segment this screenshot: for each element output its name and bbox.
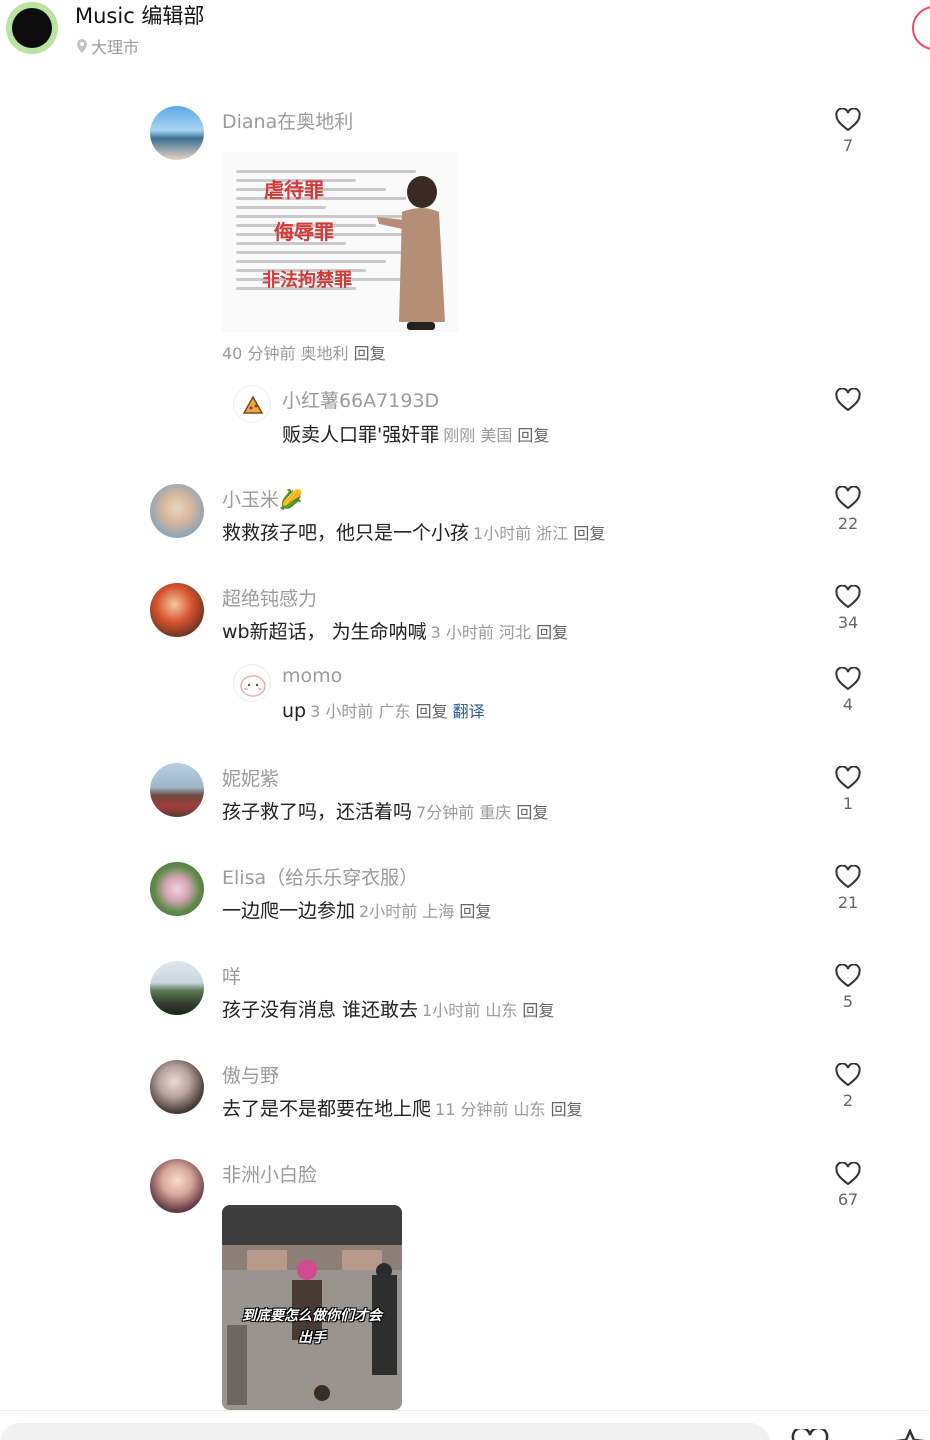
bottom-comment-bar: [0, 1410, 930, 1440]
author-avatar[interactable]: [6, 2, 58, 54]
heart-icon[interactable]: [790, 1429, 830, 1440]
like-count: 21: [837, 893, 859, 912]
heart-icon: [835, 1063, 861, 1087]
location-pin-icon: [77, 39, 87, 53]
comment-text: 去了是不是都要在地上爬 11 分钟前 山东 回复: [222, 1098, 583, 1120]
comment-text: 一边爬一边参加 2小时前 上海 回复: [222, 900, 492, 922]
heart-icon: [835, 964, 861, 988]
commenter-avatar[interactable]: [150, 106, 204, 160]
like-button[interactable]: 1: [830, 766, 866, 813]
reply-button[interactable]: 回复: [536, 623, 568, 642]
like-count: 1: [842, 794, 854, 813]
commenter-avatar[interactable]: [150, 862, 204, 916]
commenter-avatar[interactable]: [150, 1060, 204, 1114]
comment-text: 孩子救了吗，还活着吗 7分钟前 重庆 回复: [222, 801, 549, 823]
like-count: 22: [837, 514, 859, 533]
commenter-avatar[interactable]: [233, 385, 271, 423]
author-name[interactable]: Music 编辑部: [75, 0, 204, 30]
commenter-name[interactable]: 非洲小白脸: [222, 1160, 317, 1187]
comment-text: 救救孩子吧，他只是一个小孩 1小时前 浙江 回复: [222, 522, 606, 544]
like-count: 34: [837, 613, 859, 632]
like-button[interactable]: 22: [830, 486, 866, 533]
reply-button[interactable]: 回复: [354, 344, 386, 363]
comment-text: up 3 小时前 广东 回复 翻译: [282, 700, 485, 722]
note-author-header: Music 编辑部 大理市: [0, 0, 930, 70]
commenter-name[interactable]: 傲与野: [222, 1061, 279, 1088]
heart-icon: [835, 108, 861, 132]
like-button[interactable]: 67: [830, 1162, 866, 1209]
commenter-avatar[interactable]: [150, 583, 204, 637]
commenter-name[interactable]: 小玉米🌽: [222, 485, 303, 512]
like-button[interactable]: [830, 388, 866, 412]
like-button[interactable]: 34: [830, 585, 866, 632]
commenter-avatar[interactable]: [150, 1159, 204, 1213]
location-tag: 大理市: [75, 34, 139, 58]
image-overlay-text: 非法拘禁罪: [262, 270, 352, 291]
like-count: 2: [842, 1091, 854, 1110]
commenter-avatar[interactable]: [150, 961, 204, 1015]
heart-icon: [835, 486, 861, 510]
like-count: 7: [842, 136, 854, 155]
like-button[interactable]: 7: [830, 108, 866, 155]
image-overlay-text: 虐待罪: [264, 178, 324, 202]
like-count: 67: [837, 1190, 859, 1209]
follow-button[interactable]: [912, 6, 930, 50]
reply-button[interactable]: 回复: [522, 1001, 554, 1020]
commenter-name[interactable]: 妮妮紫: [222, 764, 279, 791]
comment-input[interactable]: [0, 1423, 770, 1440]
like-button[interactable]: 2: [830, 1063, 866, 1110]
translate-button[interactable]: 翻译: [453, 702, 485, 721]
commenter-avatar[interactable]: [150, 484, 204, 538]
heart-icon: [835, 766, 861, 790]
reply-button[interactable]: 回复: [551, 1100, 583, 1119]
reply-button[interactable]: 回复: [516, 803, 548, 822]
commenter-name[interactable]: 小红薯66A7193D: [282, 386, 439, 413]
reply-button[interactable]: 回复: [459, 902, 491, 921]
like-count: 5: [842, 992, 854, 1011]
commenter-name[interactable]: 超绝钝感力: [222, 584, 317, 611]
heart-icon: [835, 865, 861, 889]
comment-image[interactable]: 到底要怎么做你们才会 出手: [222, 1205, 402, 1410]
like-button[interactable]: 21: [830, 865, 866, 912]
reply-button[interactable]: 回复: [573, 524, 605, 543]
heart-icon: [835, 585, 861, 609]
location-text: 大理市: [91, 38, 140, 57]
heart-icon: [835, 1162, 861, 1186]
commenter-avatar[interactable]: [150, 763, 204, 817]
image-caption: 到底要怎么做你们才会 出手: [242, 1308, 382, 1346]
star-icon[interactable]: [895, 1429, 925, 1440]
like-count: 4: [842, 695, 854, 714]
commenter-name[interactable]: Elisa（给乐乐穿衣服）: [222, 863, 418, 890]
comment-meta: 40 分钟前 奥地利 回复: [222, 344, 386, 363]
like-button[interactable]: 5: [830, 964, 866, 1011]
image-overlay-text: 侮辱罪: [274, 220, 334, 244]
comment-image[interactable]: 虐待罪 侮辱罪 非法拘禁罪: [222, 152, 458, 332]
comment-text: wb新超话， 为生命呐喊 3 小时前 河北 回复: [222, 621, 569, 643]
commenter-name[interactable]: momo: [282, 665, 342, 687]
heart-icon: [835, 667, 861, 691]
reply-button[interactable]: 回复: [416, 702, 448, 721]
commenter-name[interactable]: 咩: [222, 962, 241, 989]
reply-button[interactable]: 回复: [517, 426, 549, 445]
like-button[interactable]: 4: [830, 667, 866, 714]
commenter-name[interactable]: Diana在奥地利: [222, 107, 353, 134]
comment-text: 孩子没有消息 谁还敢去 1小时前 山东 回复: [222, 999, 555, 1021]
child-figure-illustration: [377, 176, 445, 330]
heart-icon: [835, 388, 861, 412]
commenter-avatar[interactable]: [233, 664, 271, 702]
comment-text: 贩卖人口罪'强奸罪 刚刚 美国 回复: [282, 424, 550, 446]
